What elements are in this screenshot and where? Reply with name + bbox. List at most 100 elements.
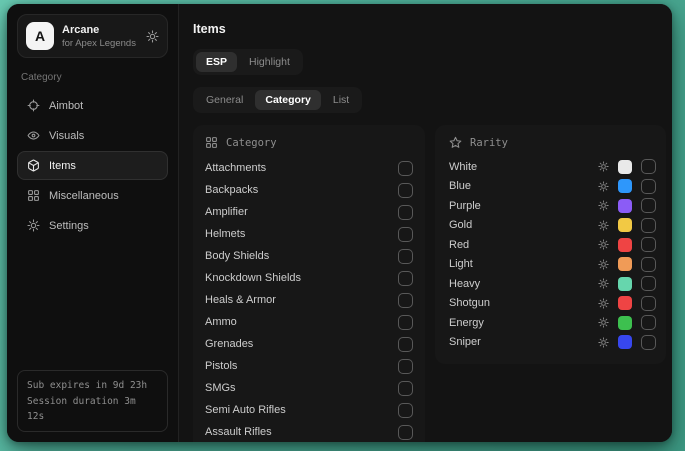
checkbox[interactable] (398, 205, 413, 220)
checkbox[interactable] (641, 296, 656, 311)
rarity-row-label: Shotgun (449, 297, 598, 309)
category-list: Attachments Backpacks Amplifier Helmets Body… (205, 157, 413, 442)
sidebar-item-label: Items (49, 160, 76, 172)
category-row-label: Grenades (205, 338, 253, 350)
rarity-row-controls (598, 276, 658, 291)
subscription-status-card: Sub expires in 9d 23h Session duration 3… (17, 370, 168, 432)
sidebar-item-visuals[interactable]: Visuals (17, 121, 168, 150)
tab-category[interactable]: Category (255, 90, 321, 110)
gear-icon[interactable] (598, 200, 609, 211)
checkbox[interactable] (398, 293, 413, 308)
category-row-helmets: Helmets (205, 223, 413, 245)
app-header-card: A Arcane for Apex Legends (17, 14, 168, 58)
color-swatch[interactable] (618, 316, 632, 330)
checkbox[interactable] (641, 237, 656, 252)
color-swatch[interactable] (618, 296, 632, 310)
checkbox[interactable] (398, 227, 413, 242)
category-row-heals-armor: Heals & Armor (205, 289, 413, 311)
checkbox[interactable] (641, 218, 656, 233)
color-swatch[interactable] (618, 257, 632, 271)
category-row-assault-rifles: Assault Rifles (205, 421, 413, 442)
tab-list[interactable]: List (323, 90, 359, 110)
rarity-panel-header: Rarity (449, 136, 658, 149)
gear-icon[interactable] (598, 278, 609, 289)
category-panel: Category Attachments Backpacks Amplifier He… (193, 125, 425, 442)
gear-icon[interactable] (598, 161, 609, 172)
checkbox[interactable] (398, 425, 413, 440)
rarity-row-controls (598, 237, 658, 252)
checkbox[interactable] (398, 315, 413, 330)
category-row-label: Attachments (205, 162, 266, 174)
rarity-row-label: Purple (449, 200, 598, 212)
box-icon (27, 159, 40, 172)
color-swatch[interactable] (618, 335, 632, 349)
gear-icon[interactable] (598, 298, 609, 309)
rarity-row-light: Light (449, 255, 658, 275)
color-swatch[interactable] (618, 238, 632, 252)
gear-icon[interactable] (598, 259, 609, 270)
rarity-row-label: Sniper (449, 336, 598, 348)
checkbox[interactable] (641, 179, 656, 194)
app-window: A Arcane for Apex Legends Category Aimbo… (7, 4, 672, 442)
color-swatch[interactable] (618, 179, 632, 193)
gear-icon[interactable] (598, 317, 609, 328)
sidebar-section-label: Category (21, 72, 164, 83)
rarity-row-purple: Purple (449, 196, 658, 216)
color-swatch[interactable] (618, 160, 632, 174)
sidebar-item-label: Aimbot (49, 100, 83, 112)
checkbox[interactable] (398, 381, 413, 396)
checkbox[interactable] (398, 359, 413, 374)
checkbox[interactable] (641, 276, 656, 291)
gear-icon[interactable] (598, 239, 609, 250)
checkbox[interactable] (398, 403, 413, 418)
sidebar-item-settings[interactable]: Settings (17, 211, 168, 240)
checkbox[interactable] (398, 337, 413, 352)
checkbox[interactable] (398, 183, 413, 198)
page-title: Items (193, 22, 666, 36)
rarity-row-controls (598, 159, 658, 174)
checkbox[interactable] (398, 271, 413, 286)
color-swatch[interactable] (618, 277, 632, 291)
category-row-label: Ammo (205, 316, 237, 328)
checkbox[interactable] (398, 161, 413, 176)
checkbox[interactable] (641, 335, 656, 350)
color-swatch[interactable] (618, 218, 632, 232)
sidebar-nav: Aimbot Visuals Items Miscellaneous Settings (17, 91, 168, 241)
sidebar-item-label: Settings (49, 220, 89, 232)
checkbox[interactable] (641, 198, 656, 213)
gear-icon (27, 219, 40, 232)
mode-tab-group: ESPHighlight (193, 49, 303, 75)
eye-icon (27, 129, 40, 142)
category-row-backpacks: Backpacks (205, 179, 413, 201)
category-row-semi-auto-rifles: Semi Auto Rifles (205, 399, 413, 421)
sidebar-item-items[interactable]: Items (17, 151, 168, 180)
gear-icon[interactable] (146, 30, 159, 43)
category-row-amplifier: Amplifier (205, 201, 413, 223)
tab-highlight[interactable]: Highlight (239, 52, 300, 72)
color-swatch[interactable] (618, 199, 632, 213)
category-row-body-shields: Body Shields (205, 245, 413, 267)
checkbox[interactable] (641, 159, 656, 174)
main-content: Items ESPHighlight GeneralCategoryList C… (179, 4, 672, 442)
gear-icon[interactable] (598, 337, 609, 348)
category-row-label: Amplifier (205, 206, 248, 218)
star-icon (449, 136, 462, 149)
gear-icon[interactable] (598, 181, 609, 192)
rarity-row-controls (598, 218, 658, 233)
tab-general[interactable]: General (196, 90, 253, 110)
sidebar-item-aimbot[interactable]: Aimbot (17, 91, 168, 120)
category-row-label: Body Shields (205, 250, 269, 262)
sidebar-item-miscellaneous[interactable]: Miscellaneous (17, 181, 168, 210)
gear-icon[interactable] (598, 220, 609, 231)
checkbox[interactable] (641, 257, 656, 272)
desktop-background: { "app": { "logo_letter": "A", "title": … (0, 0, 685, 451)
checkbox[interactable] (641, 315, 656, 330)
rarity-row-controls (598, 335, 658, 350)
category-panel-header: Category (205, 136, 413, 149)
rarity-panel-title: Rarity (470, 137, 508, 149)
tab-esp[interactable]: ESP (196, 52, 237, 72)
checkbox[interactable] (398, 249, 413, 264)
rarity-row-gold: Gold (449, 216, 658, 236)
rarity-row-heavy: Heavy (449, 274, 658, 294)
app-logo: A (26, 22, 54, 50)
